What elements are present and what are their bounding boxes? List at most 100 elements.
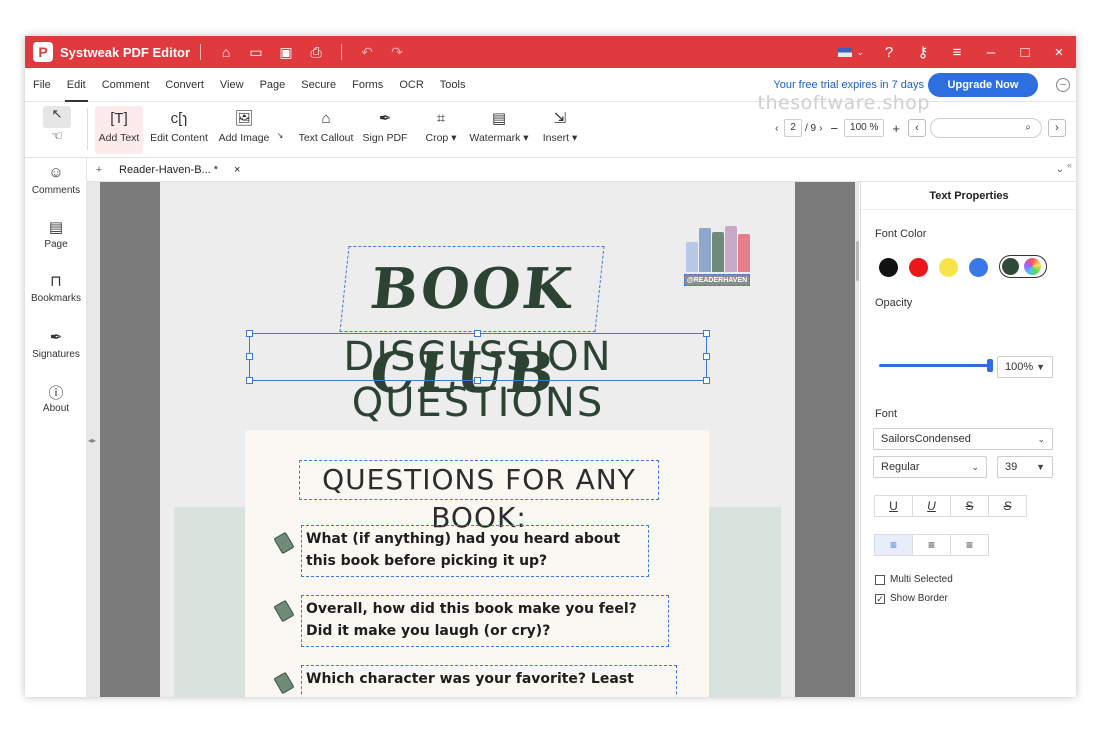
- watermark-button[interactable]: ▤ Watermark ▾: [468, 106, 530, 154]
- color-swatch-red[interactable]: [909, 258, 928, 277]
- sidebar-item-page[interactable]: ▤ Page: [25, 218, 87, 250]
- edit-content-button[interactable]: c[ɿ Edit Content: [149, 106, 209, 154]
- color-picker-icon[interactable]: [1024, 258, 1041, 275]
- show-border-checkbox[interactable]: ✓ Show Border: [875, 593, 948, 604]
- key-icon[interactable]: ⚷: [906, 43, 940, 61]
- undo-icon[interactable]: ↶: [352, 44, 382, 61]
- questions-heading[interactable]: QUESTIONS FOR ANY BOOK:: [299, 460, 659, 534]
- multi-selected-checkbox[interactable]: Multi Selected: [875, 574, 953, 585]
- document-tab[interactable]: Reader-Haven-B... * ×: [111, 158, 248, 182]
- select-cursor-icon[interactable]: ↖: [43, 106, 71, 128]
- text-align-group: ≡ ≡ ≡: [874, 534, 989, 556]
- open-folder-icon[interactable]: ▭: [241, 44, 271, 61]
- resize-handle[interactable]: [474, 377, 481, 384]
- align-left-icon[interactable]: ≡: [874, 534, 913, 556]
- question-text-2[interactable]: Overall, how did this book make you feel…: [301, 595, 669, 647]
- menu-icon[interactable]: ≡: [940, 44, 974, 61]
- next-page-icon[interactable]: ›: [819, 123, 822, 134]
- opacity-slider[interactable]: [879, 364, 989, 367]
- collapse-panel-icon[interactable]: «: [1067, 160, 1072, 170]
- search-next-button[interactable]: ›: [1048, 119, 1066, 137]
- left-sidebar: ☺ Comments ▤ Page ⊓ Bookmarks ✒ Signatur…: [25, 158, 87, 697]
- resize-handle[interactable]: [474, 330, 481, 337]
- resize-handle[interactable]: [246, 377, 253, 384]
- sidebar-item-signatures[interactable]: ✒ Signatures: [25, 328, 87, 360]
- align-right-icon[interactable]: ≡: [950, 534, 989, 556]
- save-icon[interactable]: ▣: [271, 44, 301, 61]
- discussion-questions-title[interactable]: DISCUSSION QUESTIONS: [249, 333, 707, 426]
- resize-handle[interactable]: [703, 377, 710, 384]
- current-page-input[interactable]: 2: [784, 119, 802, 137]
- menu-forms[interactable]: Forms: [344, 68, 391, 102]
- add-image-dropdown[interactable]: ↘: [274, 106, 286, 154]
- question-text-1[interactable]: What (if anything) had you heard about t…: [301, 525, 649, 577]
- minimize-icon[interactable]: –: [974, 44, 1008, 61]
- italic-underline-icon[interactable]: U: [912, 495, 951, 517]
- question-text-3[interactable]: Which character was your favorite? Least: [301, 665, 677, 697]
- font-family-select[interactable]: SailorsCondensed ⌄: [873, 428, 1053, 450]
- logo-badge[interactable]: @READERHAVEN: [684, 274, 750, 286]
- resize-handle[interactable]: [246, 330, 253, 337]
- zoom-out-icon[interactable]: −: [830, 121, 838, 136]
- search-input[interactable]: ⌕: [930, 118, 1042, 138]
- sidebar-item-about[interactable]: ⓘ About: [25, 382, 87, 414]
- color-swatch-blue[interactable]: [969, 258, 988, 277]
- menu-page[interactable]: Page: [252, 68, 294, 102]
- strikethrough-icon[interactable]: S: [950, 495, 989, 517]
- search-prev-button[interactable]: ‹: [908, 119, 926, 137]
- info-icon: ⓘ: [48, 385, 64, 402]
- menu-convert[interactable]: Convert: [157, 68, 212, 102]
- font-style-select[interactable]: Regular ⌄: [873, 456, 987, 478]
- zoom-input[interactable]: 100 %: [844, 119, 885, 137]
- collapse-ribbon-icon[interactable]: –: [1056, 78, 1070, 92]
- home-icon[interactable]: ⌂: [211, 44, 241, 60]
- italic-strikethrough-icon[interactable]: S: [988, 495, 1027, 517]
- toolbar-separator: [87, 108, 88, 150]
- zoom-in-icon[interactable]: +: [892, 121, 900, 136]
- tab-close-icon[interactable]: ×: [234, 158, 240, 182]
- print-icon[interactable]: ⎙: [301, 44, 331, 61]
- add-image-button[interactable]: 🖼 Add Image: [217, 106, 271, 154]
- menu-ocr[interactable]: OCR: [391, 68, 431, 102]
- opacity-select[interactable]: 100% ▼: [997, 356, 1053, 378]
- resize-handle[interactable]: [703, 353, 710, 360]
- resize-handle[interactable]: [246, 353, 253, 360]
- text-callout-button[interactable]: ⌂ Text Callout: [297, 106, 355, 154]
- help-icon[interactable]: ?: [872, 44, 906, 61]
- redo-icon[interactable]: ↷: [382, 44, 412, 61]
- crop-button[interactable]: ⌗ Crop ▾: [421, 106, 461, 154]
- resize-handle[interactable]: [703, 330, 710, 337]
- document-canvas[interactable]: @READERHAVEN BOOK CLUB DISCUSSION QUESTI…: [87, 182, 859, 697]
- language-flag-icon[interactable]: [838, 47, 853, 57]
- close-icon[interactable]: ×: [1042, 44, 1076, 61]
- color-swatch-black[interactable]: [879, 258, 898, 277]
- opacity-slider-handle[interactable]: [987, 359, 993, 372]
- tab-list-chevron-icon[interactable]: ⌄: [1056, 158, 1064, 182]
- book-club-title[interactable]: BOOK CLUB: [339, 246, 605, 406]
- menu-comment[interactable]: Comment: [94, 68, 158, 102]
- upgrade-now-button[interactable]: Upgrade Now: [928, 73, 1038, 97]
- sidebar-item-bookmarks[interactable]: ⊓ Bookmarks: [25, 272, 87, 304]
- add-text-button[interactable]: [T] Add Text: [95, 106, 143, 154]
- underline-icon[interactable]: U: [874, 495, 913, 517]
- hand-tool-icon[interactable]: ☜: [43, 128, 71, 150]
- menu-view[interactable]: View: [212, 68, 252, 102]
- menu-edit[interactable]: Edit: [59, 68, 94, 102]
- language-chevron-icon[interactable]: ⌄: [856, 47, 864, 58]
- font-size-select[interactable]: 39 ▼: [997, 456, 1053, 478]
- menu-file[interactable]: File: [25, 68, 59, 102]
- checkbox-empty-icon: [875, 574, 885, 585]
- align-center-icon[interactable]: ≡: [912, 534, 951, 556]
- sidebar-item-comments[interactable]: ☺ Comments: [25, 164, 87, 196]
- color-swatch-yellow[interactable]: [939, 258, 958, 277]
- vertical-scrollbar[interactable]: [856, 241, 859, 281]
- insert-button[interactable]: ⇲ Insert ▾: [540, 106, 580, 154]
- maximize-icon[interactable]: □: [1008, 44, 1042, 61]
- expand-sidebar-handle-icon[interactable]: ◂▸: [88, 436, 96, 445]
- menu-tools[interactable]: Tools: [432, 68, 474, 102]
- sign-pdf-button[interactable]: ✒ Sign PDF: [363, 106, 408, 154]
- color-swatch-dark-green[interactable]: [1002, 258, 1019, 275]
- prev-page-icon[interactable]: ‹: [775, 123, 778, 134]
- menu-secure[interactable]: Secure: [293, 68, 344, 102]
- new-tab-icon[interactable]: +: [87, 164, 111, 176]
